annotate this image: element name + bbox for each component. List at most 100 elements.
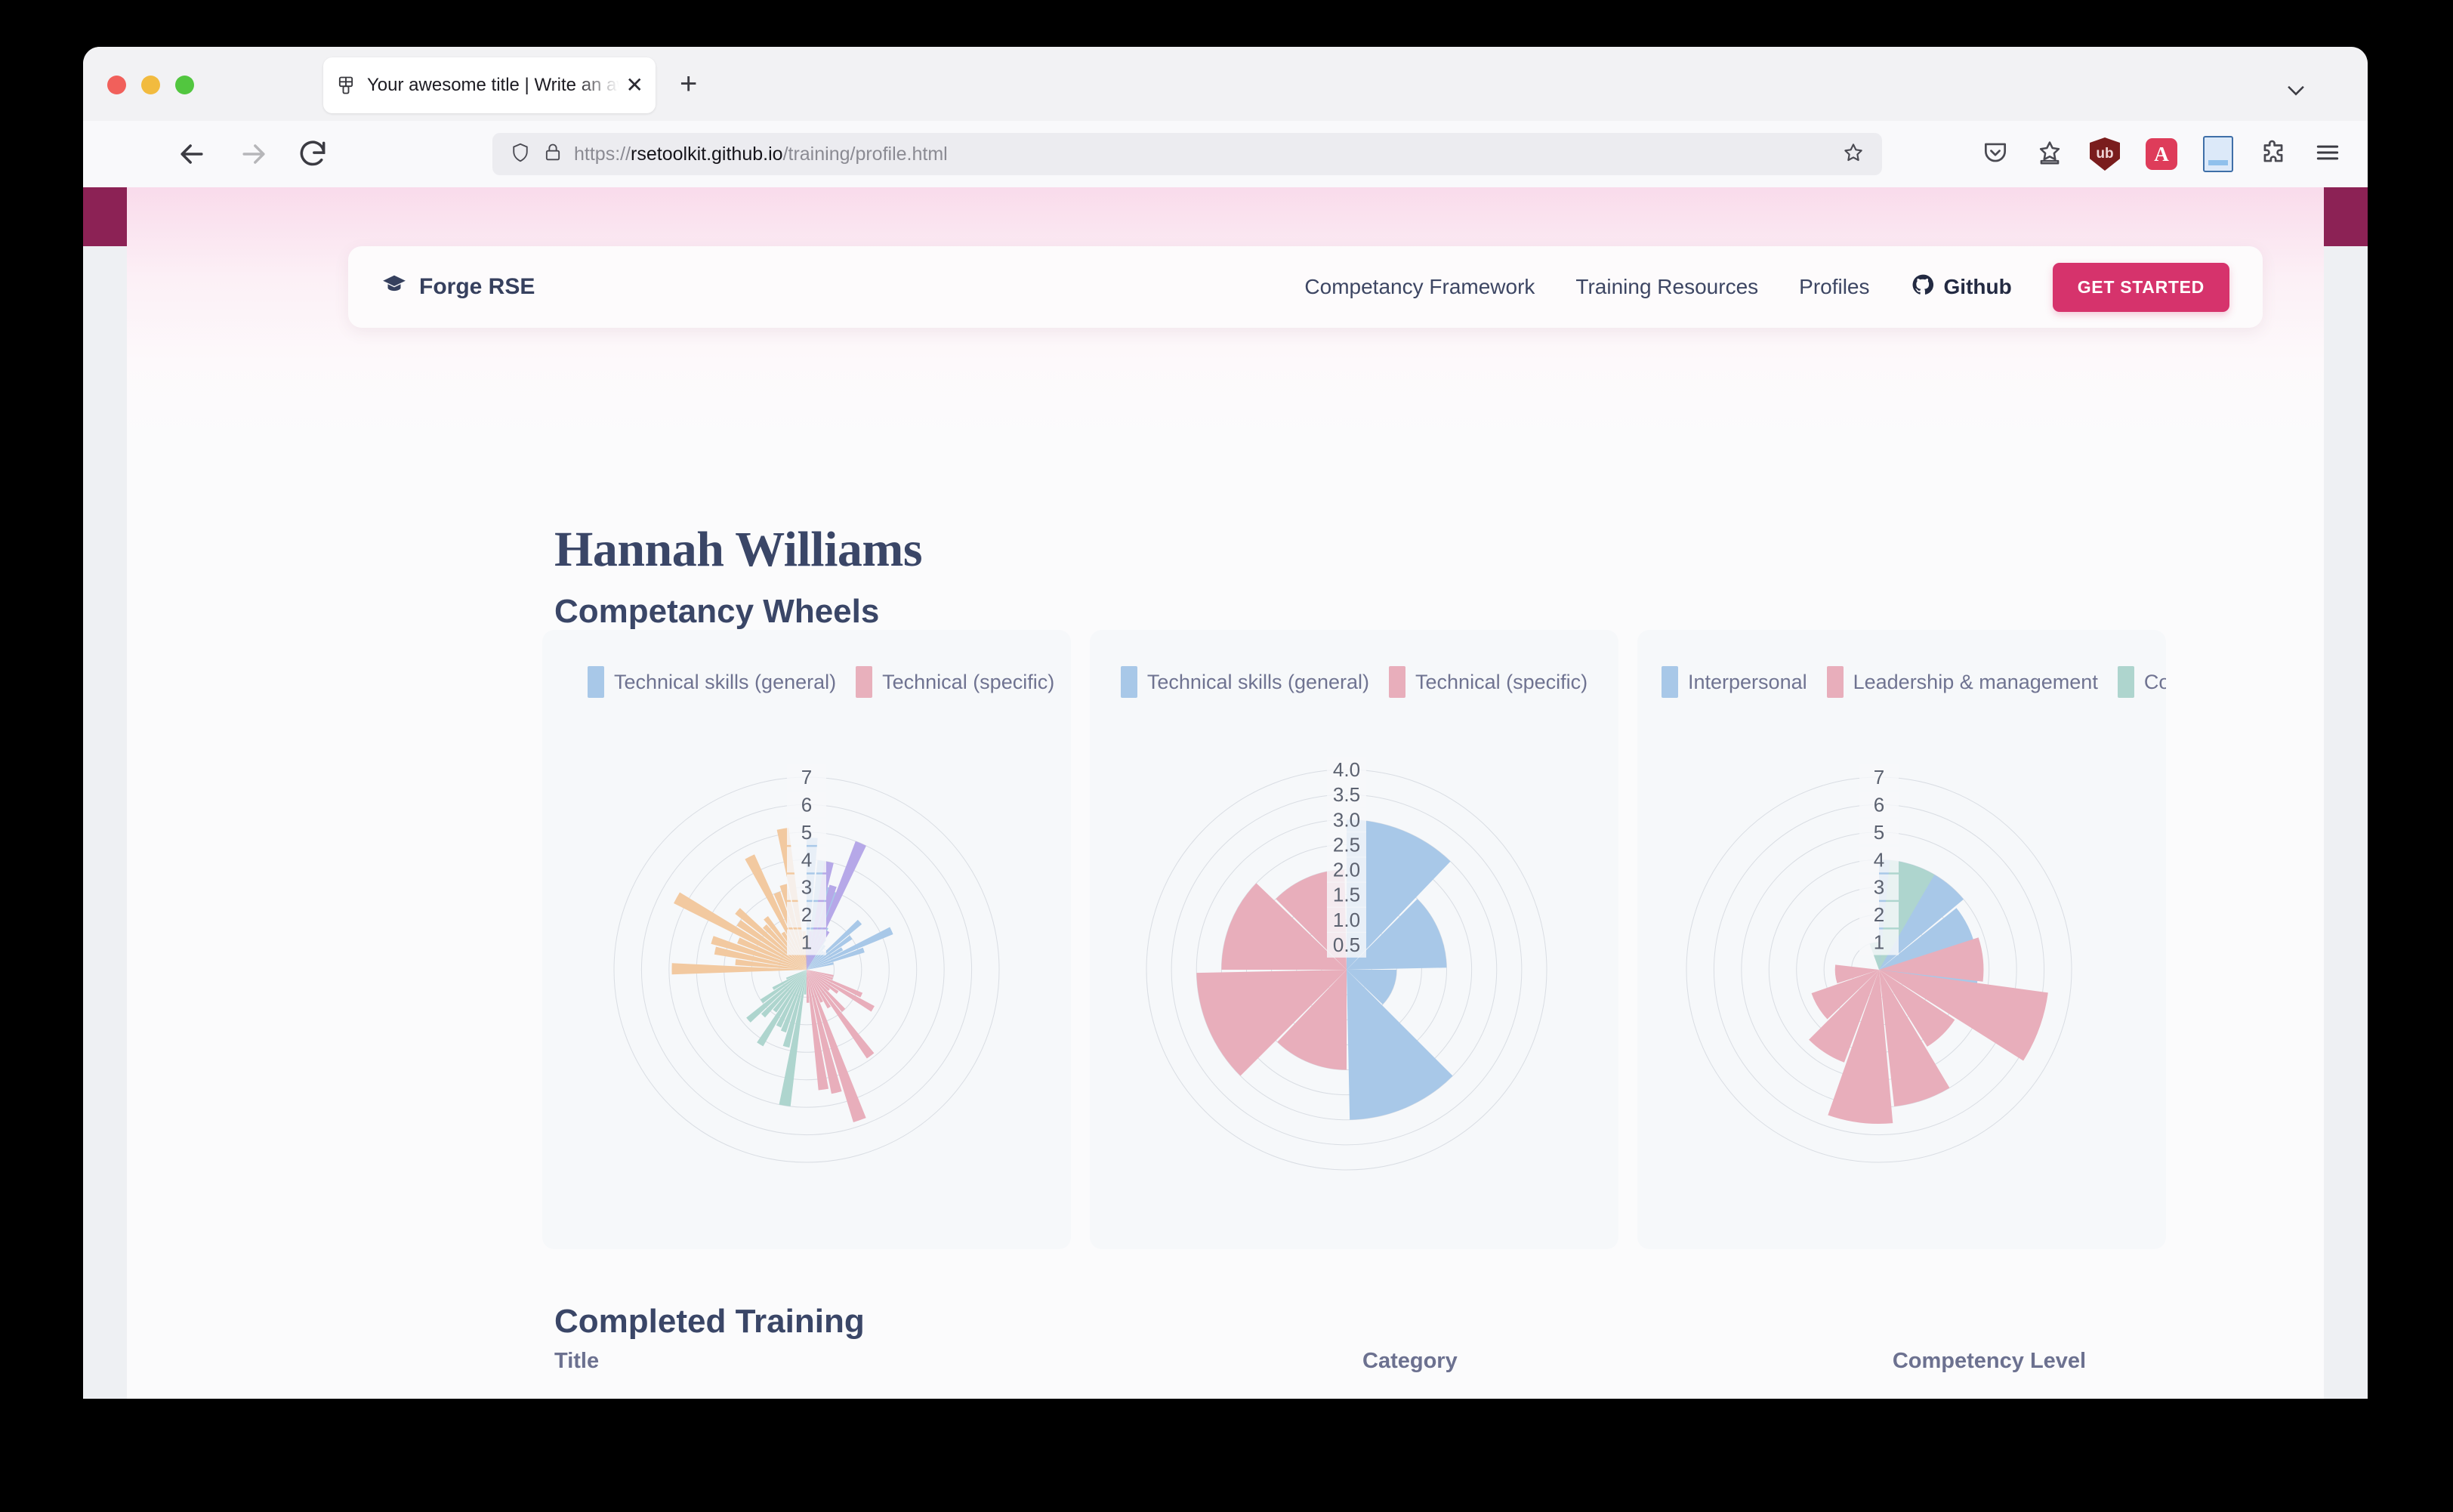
legend-label: Interpersonal: [1688, 670, 1807, 693]
get-started-button[interactable]: GET STARTED: [2052, 262, 2229, 312]
polar-chart-svg: 1 2 3 4 5 6 7: [613, 764, 1000, 1163]
svg-text:4.0: 4.0: [1333, 758, 1360, 781]
nav-link-competancy-framework[interactable]: Competancy Framework: [1304, 275, 1535, 299]
legend-label: Leadership & management: [1853, 670, 2098, 693]
polar-chart-technical: 0.5 1.0 1.5 2.0 2.5 3.0 3.5 4.0: [1090, 743, 1618, 1242]
polar-chart-all: 1 2 3 4 5 6 7: [542, 743, 1071, 1242]
polar-chart-svg: 0.51.0 1.5 2.0 2.53.03.54.0: [1146, 757, 1547, 1171]
competancy-wheel-card-all: Technical skills (general) Technical (sp…: [542, 630, 1071, 1249]
shield-icon[interactable]: [509, 141, 532, 168]
legend-swatch-icon: [1826, 666, 1844, 698]
legend-swatch-icon: [2117, 666, 2134, 698]
window-traffic-lights: [107, 76, 194, 94]
url-path: /training/profile.html: [782, 143, 948, 165]
extension-a-label: A: [2154, 142, 2169, 165]
legend-item[interactable]: Technical skills (general): [588, 666, 836, 698]
column-header-title: Title: [554, 1349, 600, 1373]
legend-swatch-icon: [588, 666, 604, 698]
chart-legend: Technical skills (general) Technical (sp…: [542, 666, 1071, 698]
legend-label: Technical skills (general): [1146, 670, 1370, 693]
legend-label: Technical (specific): [882, 670, 1055, 693]
svg-text:1: 1: [801, 931, 812, 954]
maximize-window-button[interactable]: [175, 76, 194, 94]
browser-window: Your awesome title | Write an aw ✕ + htt…: [83, 47, 2368, 1399]
reload-icon[interactable]: [296, 137, 329, 171]
legend-item[interactable]: Technical skills (general): [1120, 666, 1370, 698]
legend-item[interactable]: Technical (specific): [1389, 666, 1588, 698]
svg-text:1: 1: [1874, 931, 1884, 954]
table-header-row: Title Category Competency Level: [554, 1335, 2148, 1399]
page-content: Forge RSE Competancy Framework Training …: [127, 187, 2324, 1399]
page-edge-accent-left: [83, 187, 127, 246]
competancy-wheels-heading: Competancy Wheels: [554, 592, 880, 630]
puzzle-piece-icon[interactable]: [2259, 138, 2288, 171]
tab-strip: Your awesome title | Write an aw ✕ +: [83, 47, 2368, 121]
competancy-wheel-card-technical: Technical skills (general) Technical (sp…: [1090, 630, 1618, 1249]
polar-chart-nontechnical: 1 2 3 4 5 6 7: [1637, 743, 2166, 1242]
tab-title: Your awesome title | Write an aw: [367, 75, 622, 95]
url-text: https://rsetoolkit.github.io/training/pr…: [574, 143, 1841, 165]
url-host: rsetoolkit.github.io: [631, 143, 783, 165]
legend-swatch-icon: [856, 666, 873, 698]
github-label: Github: [1943, 275, 2012, 298]
url-scheme: https://: [574, 143, 631, 165]
svg-text:0.5: 0.5: [1333, 933, 1360, 956]
hamburger-menu-icon[interactable]: [2313, 138, 2342, 171]
document-icon[interactable]: [2203, 136, 2233, 172]
nav-link-profiles[interactable]: Profiles: [1799, 275, 1869, 299]
nav-link-github[interactable]: Github: [1911, 273, 2012, 302]
toolbar-icon-group: ub A: [1981, 136, 2342, 172]
column-header-category: Category: [1362, 1349, 1458, 1373]
svg-text:5: 5: [1874, 821, 1884, 844]
svg-text:6: 6: [801, 793, 812, 816]
svg-text:2.0: 2.0: [1333, 859, 1360, 881]
browser-toolbar: https://rsetoolkit.github.io/training/pr…: [83, 121, 2368, 188]
plus-icon[interactable]: +: [680, 69, 697, 99]
svg-text:1.0: 1.0: [1333, 909, 1360, 931]
ublock-label: ub: [2096, 146, 2114, 162]
svg-text:7: 7: [1874, 766, 1884, 788]
svg-text:3: 3: [1874, 876, 1884, 899]
legend-item[interactable]: Interpersonal: [1662, 666, 1807, 698]
legend-item[interactable]: Leadership & management: [1826, 666, 2098, 698]
svg-text:7: 7: [801, 766, 812, 788]
graduation-cap-icon: [381, 271, 407, 303]
arrow-right-icon[interactable]: [237, 137, 270, 171]
bookmark-star-icon[interactable]: [2035, 138, 2064, 171]
polar-chart-svg: 1 2 3 4 5 6 7: [1686, 764, 2072, 1163]
legend-swatch-icon: [1389, 666, 1406, 698]
legend-label: Technical (specific): [1415, 670, 1588, 693]
svg-text:2: 2: [1874, 903, 1884, 926]
minimize-window-button[interactable]: [141, 76, 160, 94]
svg-text:6: 6: [1874, 793, 1884, 816]
competancy-wheel-card-nontechnical: Interpersonal Leadership & management Co…: [1637, 630, 2166, 1249]
page-gutter-right: [2324, 246, 2368, 1399]
legend-item[interactable]: Technical (specific): [856, 666, 1054, 698]
pocket-icon[interactable]: [1981, 138, 2010, 171]
legend-swatch-icon: [1662, 666, 1678, 698]
github-icon: [1911, 273, 1935, 302]
close-window-button[interactable]: [107, 76, 126, 94]
competancy-wheel-cards: Technical skills (general) Technical (sp…: [542, 630, 2166, 1264]
chevron-down-icon[interactable]: [2283, 77, 2309, 106]
svg-text:5: 5: [801, 821, 812, 844]
legend-label: Communication & dissemination: [2143, 670, 2166, 693]
browser-tab[interactable]: Your awesome title | Write an aw ✕: [323, 57, 656, 113]
brand-logo[interactable]: Forge RSE: [381, 271, 535, 303]
star-icon[interactable]: [1841, 140, 1865, 168]
url-bar[interactable]: https://rsetoolkit.github.io/training/pr…: [492, 133, 1882, 175]
svg-text:1.5: 1.5: [1333, 884, 1360, 906]
svg-text:2: 2: [801, 903, 812, 926]
chart-legend: Technical skills (general) Technical (sp…: [1090, 666, 1618, 698]
page-icon: [335, 75, 356, 96]
svg-text:3: 3: [801, 876, 812, 899]
arrow-left-icon[interactable]: [175, 137, 208, 171]
lock-icon[interactable]: [542, 142, 563, 167]
page-title: Hannah Williams: [554, 522, 923, 578]
close-icon[interactable]: ✕: [626, 75, 643, 96]
ublock-shield-icon[interactable]: ub: [2090, 137, 2120, 171]
svg-text:4: 4: [1874, 848, 1884, 871]
nav-link-training-resources[interactable]: Training Resources: [1575, 275, 1758, 299]
extension-a-icon[interactable]: A: [2146, 138, 2177, 170]
legend-item[interactable]: Communication & dissemination: [2117, 666, 2166, 698]
